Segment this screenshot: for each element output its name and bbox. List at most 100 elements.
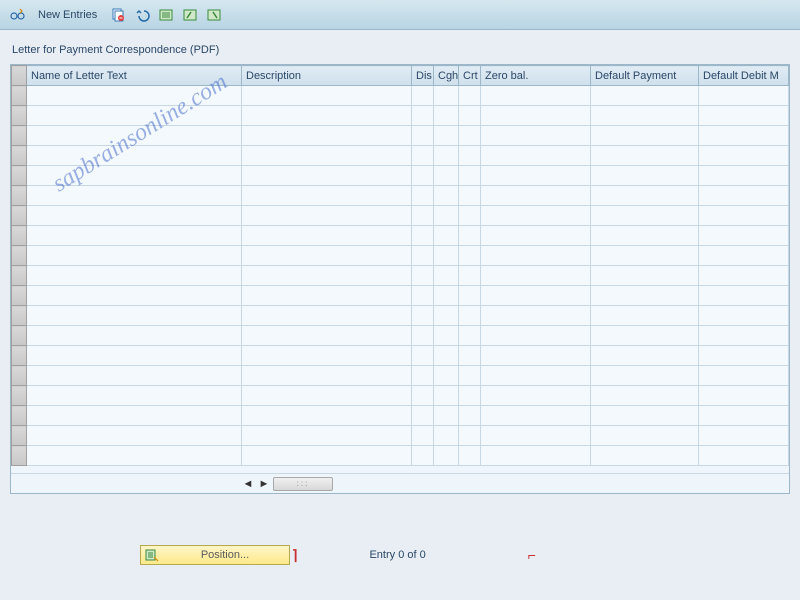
cell[interactable] — [459, 106, 481, 126]
table-row[interactable] — [12, 286, 789, 306]
cell[interactable] — [459, 126, 481, 146]
cell[interactable] — [242, 246, 412, 266]
scroll-thumb[interactable]: ::: — [273, 477, 333, 491]
cell[interactable] — [27, 366, 242, 386]
cell[interactable] — [27, 246, 242, 266]
cell[interactable] — [591, 266, 699, 286]
row-selector[interactable] — [12, 366, 27, 386]
cell[interactable] — [27, 186, 242, 206]
cell[interactable] — [699, 346, 789, 366]
cell[interactable] — [27, 346, 242, 366]
cell[interactable] — [412, 306, 434, 326]
cell[interactable] — [27, 306, 242, 326]
cell[interactable] — [27, 206, 242, 226]
cell[interactable] — [434, 126, 459, 146]
position-button[interactable]: Position... — [140, 545, 290, 565]
cell[interactable] — [434, 186, 459, 206]
cell[interactable] — [481, 266, 591, 286]
col-crt[interactable]: Crt — [459, 66, 481, 86]
table-row[interactable] — [12, 346, 789, 366]
cell[interactable] — [591, 366, 699, 386]
cell[interactable] — [699, 386, 789, 406]
table-row[interactable] — [12, 246, 789, 266]
cell[interactable] — [242, 226, 412, 246]
cell[interactable] — [434, 386, 459, 406]
cell[interactable] — [459, 406, 481, 426]
cell[interactable] — [434, 286, 459, 306]
table-row[interactable] — [12, 446, 789, 466]
row-selector[interactable] — [12, 106, 27, 126]
cell[interactable] — [481, 446, 591, 466]
row-selector[interactable] — [12, 446, 27, 466]
table-row[interactable] — [12, 126, 789, 146]
new-entries-button[interactable]: New Entries — [32, 7, 103, 23]
cell[interactable] — [242, 146, 412, 166]
cell[interactable] — [27, 126, 242, 146]
col-cgh[interactable]: Cgh — [434, 66, 459, 86]
cell[interactable] — [699, 166, 789, 186]
cell[interactable] — [699, 326, 789, 346]
cell[interactable] — [242, 86, 412, 106]
cell[interactable] — [434, 306, 459, 326]
select-all-icon[interactable] — [181, 6, 199, 24]
cell[interactable] — [412, 186, 434, 206]
row-selector[interactable] — [12, 326, 27, 346]
cell[interactable] — [591, 126, 699, 146]
row-selector[interactable] — [12, 246, 27, 266]
delimit-icon[interactable] — [157, 6, 175, 24]
cell[interactable] — [434, 246, 459, 266]
cell[interactable] — [434, 326, 459, 346]
cell[interactable] — [412, 346, 434, 366]
cell[interactable] — [27, 226, 242, 246]
cell[interactable] — [481, 86, 591, 106]
cell[interactable] — [481, 126, 591, 146]
cell[interactable] — [412, 166, 434, 186]
cell[interactable] — [27, 266, 242, 286]
cell[interactable] — [459, 226, 481, 246]
col-defd[interactable]: Default Debit M — [699, 66, 789, 86]
cell[interactable] — [481, 326, 591, 346]
cell[interactable] — [481, 346, 591, 366]
row-selector[interactable] — [12, 126, 27, 146]
cell[interactable] — [591, 246, 699, 266]
cell[interactable] — [412, 206, 434, 226]
cell[interactable] — [459, 286, 481, 306]
select-all-header[interactable] — [12, 66, 27, 86]
cell[interactable] — [699, 246, 789, 266]
cell[interactable] — [434, 166, 459, 186]
cell[interactable] — [459, 206, 481, 226]
cell[interactable] — [699, 146, 789, 166]
row-selector[interactable] — [12, 346, 27, 366]
cell[interactable] — [27, 406, 242, 426]
cell[interactable] — [412, 366, 434, 386]
cell[interactable] — [434, 406, 459, 426]
cell[interactable] — [412, 126, 434, 146]
cell[interactable] — [481, 146, 591, 166]
cell[interactable] — [699, 86, 789, 106]
cell[interactable] — [699, 306, 789, 326]
cell[interactable] — [481, 366, 591, 386]
table-row[interactable] — [12, 366, 789, 386]
row-selector[interactable] — [12, 406, 27, 426]
row-selector[interactable] — [12, 306, 27, 326]
cell[interactable] — [242, 266, 412, 286]
cell[interactable] — [459, 186, 481, 206]
cell[interactable] — [591, 406, 699, 426]
cell[interactable] — [699, 126, 789, 146]
cell[interactable] — [459, 166, 481, 186]
undo-icon[interactable] — [133, 6, 151, 24]
cell[interactable] — [412, 446, 434, 466]
scroll-left-icon[interactable]: ◄ — [241, 477, 255, 491]
deselect-all-icon[interactable] — [205, 6, 223, 24]
cell[interactable] — [459, 426, 481, 446]
cell[interactable] — [434, 106, 459, 126]
cell[interactable] — [459, 306, 481, 326]
cell[interactable] — [481, 226, 591, 246]
cell[interactable] — [459, 366, 481, 386]
cell[interactable] — [242, 446, 412, 466]
cell[interactable] — [699, 206, 789, 226]
cell[interactable] — [434, 266, 459, 286]
cell[interactable] — [591, 166, 699, 186]
cell[interactable] — [459, 446, 481, 466]
cell[interactable] — [412, 426, 434, 446]
